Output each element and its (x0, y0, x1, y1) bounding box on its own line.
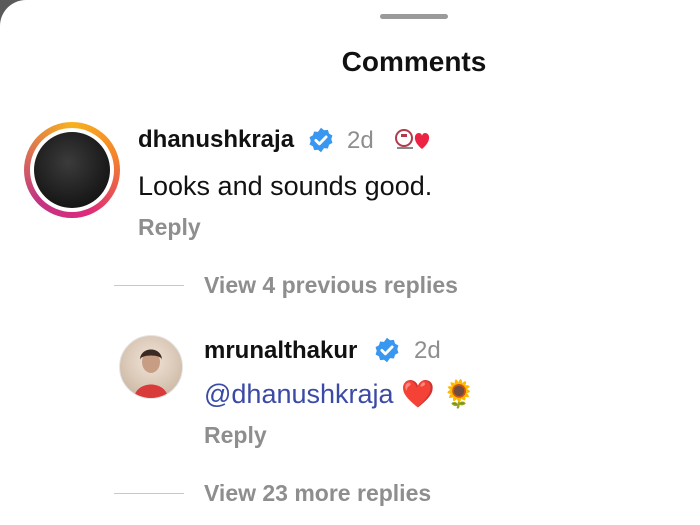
avatar[interactable] (24, 122, 120, 218)
reply-emojis: ❤️ 🌻 (401, 379, 476, 409)
view-more-replies-button[interactable]: View 23 more replies (204, 480, 431, 507)
comment-username[interactable]: dhanushkraja (138, 126, 294, 154)
avatar-photo (134, 349, 168, 398)
comments-sheet: Comments dhanushkraja 2d Looks and sound… (0, 0, 700, 525)
reply-username[interactable]: mrunalthakur (204, 337, 357, 365)
thread-divider (114, 285, 184, 286)
creator-heart-icon (395, 129, 430, 149)
comment-time: 2d (347, 127, 374, 154)
comment-text: Looks and sounds good. (138, 171, 433, 201)
verified-badge-icon (309, 127, 333, 153)
reply-avatar[interactable] (119, 335, 183, 399)
verified-badge-icon (375, 337, 399, 363)
reply-button[interactable]: Reply (138, 214, 201, 241)
reply-time: 2d (414, 337, 441, 364)
mention-link[interactable]: @dhanushkraja (204, 379, 394, 409)
sheet-title: Comments (341, 46, 487, 77)
view-previous-replies-button[interactable]: View 4 previous replies (204, 272, 458, 299)
reply-button[interactable]: Reply (204, 422, 267, 449)
thread-divider (114, 493, 184, 494)
reply-text: @dhanushkraja ❤️ 🌻 (204, 378, 476, 410)
avatar-photo (34, 132, 110, 208)
drag-handle[interactable] (380, 14, 448, 19)
